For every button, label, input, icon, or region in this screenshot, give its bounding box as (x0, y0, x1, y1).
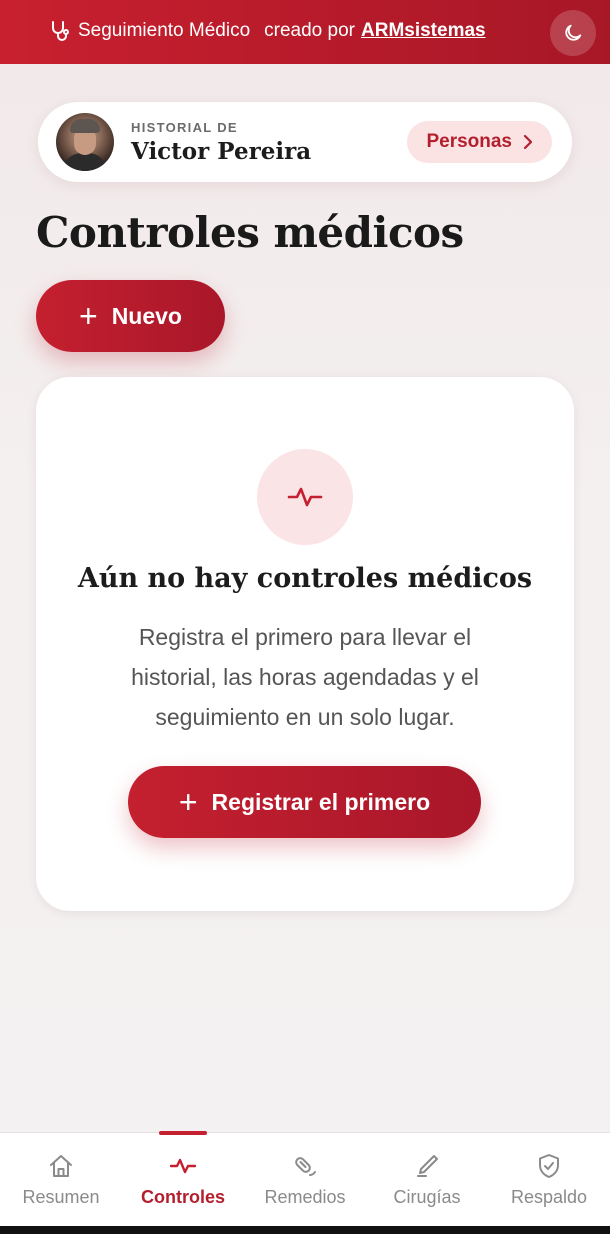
nav-item-controles[interactable]: Controles (122, 1131, 244, 1227)
stethoscope-icon (52, 21, 69, 41)
register-first-button[interactable]: + Registrar el primero (128, 766, 481, 838)
plus-icon: + (178, 784, 198, 820)
empty-state-title: Aún no hay controles médicos (77, 563, 533, 594)
person-name: Victor Pereira (131, 138, 312, 165)
credit-link[interactable]: ARMsistemas (361, 20, 486, 42)
app-brand: Seguimiento Médico creado por ARMsistema… (50, 20, 486, 42)
app-title: Seguimiento Médico (78, 20, 251, 41)
history-label: HISTORIAL DE (131, 120, 238, 135)
empty-state-icon-badge (257, 449, 353, 545)
page-title: Controles médicos (36, 208, 464, 257)
nav-item-label: Respaldo (510, 1187, 588, 1207)
top-app-bar: Seguimiento Médico creado por ARMsistema… (0, 0, 610, 64)
nav-item-label: Controles (140, 1187, 225, 1207)
new-button[interactable]: + Nuevo (36, 280, 225, 352)
plus-icon: + (79, 298, 98, 334)
empty-state-card: Aún no hay controles médicos Registra el… (36, 377, 574, 911)
empty-state-description: Registra el primero para llevar el histo… (131, 624, 479, 730)
credit-prefix: creado por (264, 20, 355, 41)
system-navigation-bar (0, 1226, 610, 1234)
theme-toggle-button[interactable] (550, 10, 596, 56)
personas-button[interactable]: Personas (407, 121, 552, 163)
avatar (56, 113, 114, 171)
nav-item-label: Cirugías (393, 1187, 461, 1207)
chevron-right-icon (523, 134, 533, 150)
nav-item-label: Remedios (264, 1187, 346, 1207)
new-button-label: Nuevo (111, 302, 182, 329)
heartbeat-icon (287, 487, 323, 507)
heartbeat-icon (170, 1158, 196, 1174)
nav-item-label: Resumen (22, 1187, 100, 1207)
shield-check-icon (539, 1154, 559, 1178)
profile-card: HISTORIAL DE Victor Pereira Personas (38, 102, 572, 182)
home-icon (50, 1155, 72, 1177)
bottom-navigation: Resumen Controles Remedios Cirugías Resp… (0, 1131, 610, 1227)
active-tab-indicator (159, 1131, 207, 1135)
nav-item-respaldo[interactable]: Respaldo (488, 1133, 610, 1227)
register-first-button-label: Registrar el primero (211, 788, 431, 815)
personas-button-label: Personas (426, 131, 512, 152)
nav-item-remedios[interactable]: Remedios (244, 1133, 366, 1227)
scalpel-icon (417, 1155, 438, 1177)
moon-icon (565, 24, 582, 41)
pill-icon (295, 1157, 316, 1176)
nav-item-resumen[interactable]: Resumen (0, 1133, 122, 1227)
nav-item-cirugias[interactable]: Cirugías (366, 1133, 488, 1227)
